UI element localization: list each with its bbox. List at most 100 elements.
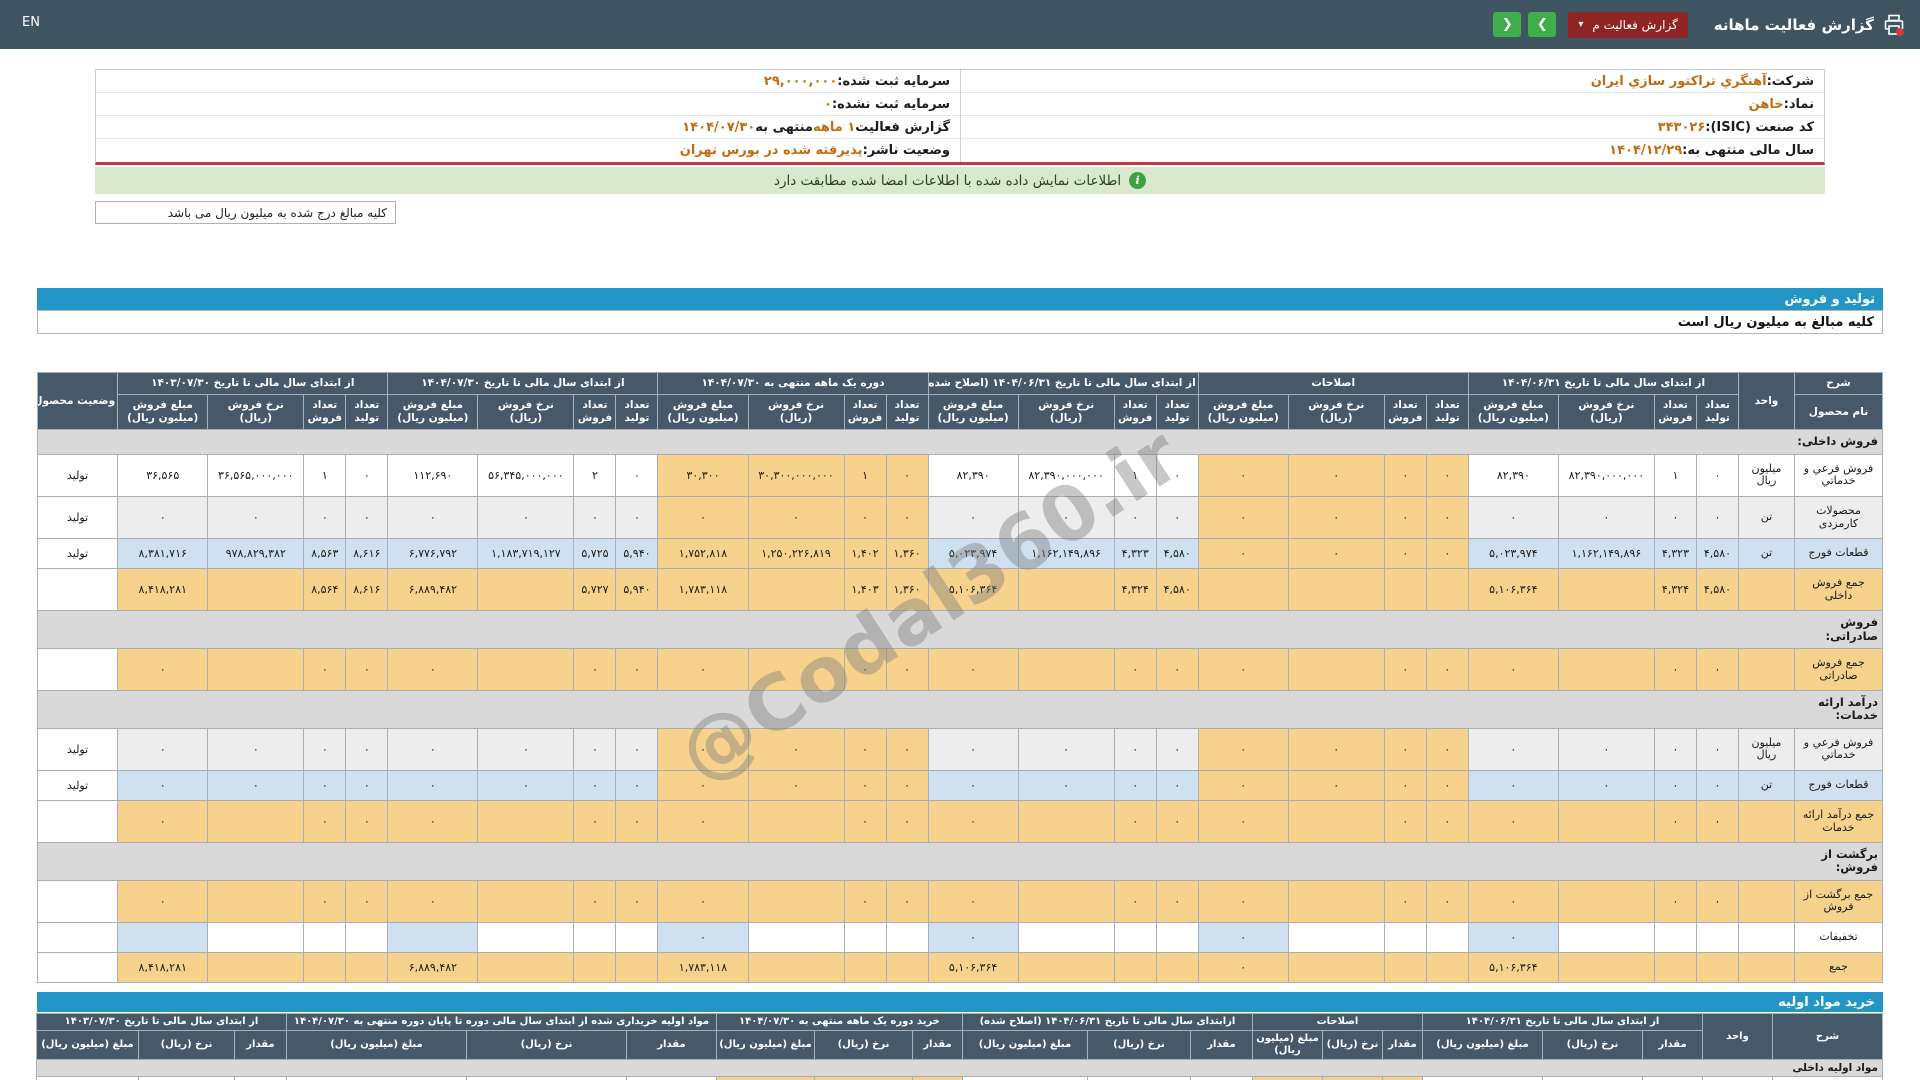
sub-col-header: نرخ فروش (ریال)	[1017, 394, 1115, 431]
value-cell: ۰	[1287, 769, 1385, 801]
period-group-header: خرید دوره یک ماهه منتهی به ۱۴۰۴/۰۷/۳۰	[715, 1013, 963, 1031]
value-cell: ۰	[885, 769, 929, 801]
row-label: جمع برگشت از فروش	[1793, 879, 1884, 923]
value-cell: ۰	[117, 647, 209, 692]
value-cell: ۰	[303, 495, 347, 540]
value-cell: ۰	[927, 769, 1019, 801]
value-cell	[207, 647, 305, 692]
value-cell: ۰	[885, 495, 929, 540]
value-cell: ۰	[657, 879, 749, 923]
value-cell: ۰	[117, 727, 209, 771]
language-toggle[interactable]: EN	[22, 15, 40, 30]
amounts-note: کلیه مبالغ درج شده به میلیون ریال می باش…	[95, 201, 396, 224]
value-cell: ۱,۷۵۴	[233, 1076, 287, 1080]
value-cell: ۰	[843, 799, 887, 844]
value-cell: ۰	[387, 647, 479, 692]
value-cell: ۱,۷۵۶	[625, 1076, 717, 1080]
value-cell: ۱,۳۶۰	[885, 568, 929, 612]
next-report-button[interactable]: ❯	[1528, 12, 1557, 37]
value-cell: ۰	[843, 769, 887, 801]
value-cell: ۵,۱۰۶,۳۶۴	[927, 951, 1019, 983]
sub-col-header: نرخ فروش (ریال)	[747, 394, 845, 431]
value-cell: ۰	[1155, 799, 1199, 844]
info-label: وضعیت ناشر:	[862, 143, 950, 158]
value-cell	[1113, 951, 1157, 983]
value-cell: ۰	[1197, 879, 1289, 923]
value-cell: ۸,۶۱۶	[345, 538, 389, 570]
value-cell	[1287, 951, 1385, 983]
value-cell: ۱,۷۵۴	[911, 1076, 963, 1080]
row-unit: تن	[1737, 769, 1795, 801]
value-cell: ۰	[345, 647, 389, 692]
prev-report-button[interactable]: ❮	[1493, 12, 1522, 37]
value-cell: ۰	[1425, 538, 1469, 570]
sub-col-header: نرخ (ریال)	[813, 1030, 913, 1060]
value-cell: ۰	[1197, 538, 1289, 570]
period-group-header: از ابتدای سال مالی تا تاریخ ۱۴۰۳/۰۷/۳۰	[35, 1013, 287, 1031]
sub-col-header: مقدار	[1381, 1030, 1423, 1060]
value-cell	[1425, 568, 1469, 612]
status-cell	[36, 951, 119, 983]
value-cell: ۹۷۸,۸۲۹,۳۸۲	[207, 538, 305, 570]
production-sales-table: شرح واحد از ابتدای سال مالی تا تاریخ ۱۴۰۴/…	[36, 371, 1884, 983]
value-cell: ۰	[927, 879, 1019, 923]
sub-col-header: تعداد فروش	[573, 394, 617, 431]
info-label: منتهی به	[755, 119, 813, 135]
info-icon: i	[1129, 172, 1147, 189]
value-cell: ۶,۸۸۹,۴۸۲	[387, 951, 479, 983]
value-cell: ۰	[1383, 879, 1427, 923]
value-cell: ۰	[885, 647, 929, 692]
value-cell: ۰	[843, 495, 887, 540]
sub-col-header: تعداد فروش	[1653, 394, 1697, 431]
value-cell: ۰	[1197, 647, 1289, 692]
sub-col-header: مبلغ (میلیون ریال)	[285, 1030, 467, 1060]
topbar: گزارش فعالیت ماهانه گزارش فعالیت م ▾ ❯ ❮…	[0, 0, 1920, 49]
value-cell	[1155, 921, 1199, 953]
row-label: قطعات فورج	[1793, 769, 1884, 801]
row-label: شمش فولادي	[1772, 1076, 1883, 1080]
value-cell: ۴,۵۸۰	[1695, 568, 1739, 612]
value-cell: ۰	[657, 799, 749, 844]
value-cell	[1017, 879, 1115, 923]
page: گزارش فعالیت ماهانه گزارش فعالیت م ▾ ❯ ❮…	[0, 0, 1920, 1080]
value-cell: ۰	[615, 647, 659, 692]
row-label: جمع فروش داخلی	[1793, 568, 1884, 612]
value-cell: ۰	[615, 879, 659, 923]
value-cell: ۰	[1113, 727, 1157, 771]
row-label: جمع درآمد ارائه خدمات	[1793, 799, 1884, 844]
value-cell	[1557, 951, 1655, 983]
company-info-table: شرکت: آهنگري تراكتور سازي ايران نماد: خاه…	[95, 69, 1825, 165]
value-cell: ۰	[387, 769, 479, 801]
sub-col-header: مقدار	[625, 1030, 717, 1060]
value-cell: ۰	[1695, 495, 1739, 540]
status-cell	[36, 568, 119, 612]
status-cell	[36, 921, 119, 953]
table-row: محصولات کارمزدی تن ۰ ۰ ۰ ۰ ۰ ۰ ۰ ۰ ۰ ۰ ۰ ۰ ۰ ۰ ۰ ۰ ۰ ۰ ۰ ۰ ۰ ۰ ۰…	[36, 495, 1884, 540]
report-type-dropdown[interactable]: گزارش فعالیت م ▾	[1568, 11, 1688, 38]
company-info-right: شرکت: آهنگري تراكتور سازي ايران نماد: خاه…	[960, 70, 1824, 162]
info-value: آهنگري تراكتور سازي ايران	[1590, 73, 1767, 89]
value-cell: ۰	[747, 727, 845, 771]
value-cell: ۰	[1251, 1076, 1323, 1080]
value-cell: ۰	[117, 495, 209, 540]
print-icon[interactable]	[1882, 13, 1906, 37]
info-value: خاهن	[1748, 96, 1784, 112]
row-unit	[1737, 921, 1795, 953]
value-cell: ۰	[117, 769, 209, 801]
period-group-header: ازابتدای سال مالی تا تاریخ ۱۴۰۴/۰۶/۳۱ (ا…	[961, 1013, 1253, 1031]
value-cell	[843, 951, 887, 983]
value-cell: ۳۶,۵۶۵	[117, 453, 209, 497]
value-cell	[1017, 568, 1115, 612]
value-cell	[1287, 647, 1385, 692]
info-value: ۰	[824, 96, 832, 112]
value-cell: ۵,۰۲۳,۹۷۴	[1467, 538, 1559, 570]
value-cell: ۰	[1653, 727, 1697, 771]
value-cell: ۰	[387, 727, 479, 771]
row-unit: تن	[1702, 1076, 1773, 1080]
row-unit	[1737, 879, 1795, 923]
value-cell: ۴,۳۲۴	[1653, 568, 1697, 612]
value-cell: ۰	[927, 647, 1019, 692]
table-row: قطعات فورج تن ۰ ۰ ۰ ۰ ۰ ۰ ۰ ۰ ۰ ۰ ۰ ۰ ۰ ۰ ۰ ۰ ۰ ۰ ۰ ۰ ۰ ۰ ۰ ۰ تولی…	[36, 769, 1884, 801]
info-label: گزارش فعالیت	[855, 119, 950, 135]
value-cell: ۱,۳۹۶,۲۹۶	[285, 1076, 467, 1080]
